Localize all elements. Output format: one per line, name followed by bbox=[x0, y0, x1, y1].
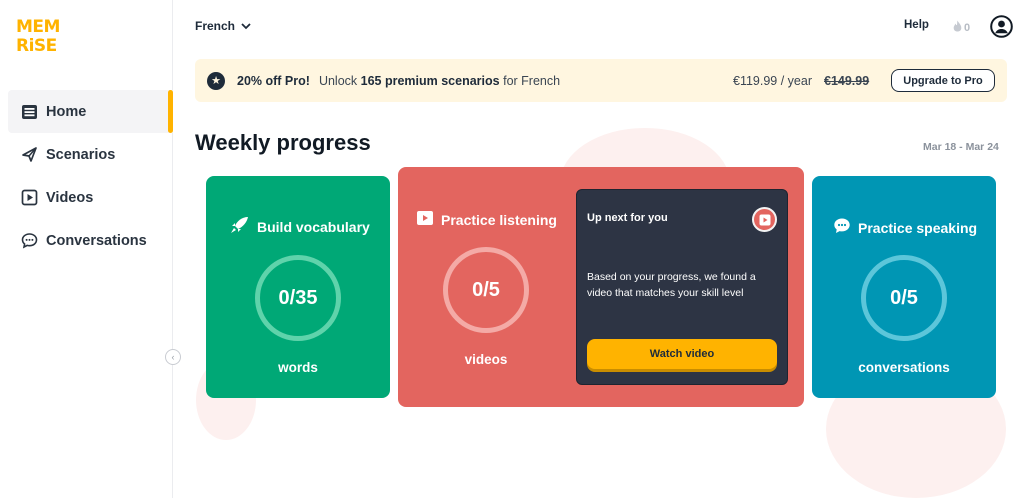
build-vocabulary-card[interactable]: Build vocabulary 0/35 words bbox=[206, 176, 390, 398]
help-link[interactable]: Help bbox=[904, 19, 929, 31]
sidebar-item-label: Videos bbox=[46, 189, 94, 206]
sidebar-item-scenarios[interactable]: Scenarios bbox=[8, 133, 173, 176]
chevron-down-icon bbox=[241, 19, 251, 33]
page-title: Weekly progress bbox=[195, 130, 371, 155]
card-unit: words bbox=[278, 360, 318, 375]
scenarios-icon bbox=[20, 146, 38, 164]
promo-text-bold: 165 premium scenarios bbox=[360, 73, 500, 88]
practice-speaking-card[interactable]: Practice speaking 0/5 conversations bbox=[812, 176, 996, 398]
sidebar-item-home[interactable]: Home bbox=[8, 90, 173, 133]
sidebar-item-label: Scenarios bbox=[46, 146, 116, 163]
progress-ring: 0/5 bbox=[861, 255, 947, 341]
speech-bubble-icon bbox=[833, 217, 851, 238]
chevron-left-icon: ‹ bbox=[171, 352, 175, 362]
card-title: Build vocabulary bbox=[257, 218, 370, 235]
card-header: Build vocabulary bbox=[230, 216, 370, 237]
progress-value: 0/5 bbox=[890, 286, 918, 309]
up-next-title: Up next for you bbox=[587, 212, 668, 224]
conversations-icon bbox=[20, 232, 38, 250]
sidebar-item-conversations[interactable]: Conversations bbox=[8, 219, 173, 262]
progress-ring: 0/5 bbox=[443, 247, 529, 333]
sidebar-item-videos[interactable]: Videos bbox=[8, 176, 173, 219]
watch-video-button[interactable]: Watch video bbox=[587, 339, 777, 369]
video-play-icon bbox=[752, 207, 777, 232]
video-icon bbox=[416, 209, 434, 230]
promo-description: Unlock 165 premium scenarios for French bbox=[319, 74, 560, 88]
streak-count: 0 bbox=[964, 21, 971, 34]
collapse-sidebar-button[interactable]: ‹ bbox=[165, 349, 181, 365]
upgrade-to-pro-button[interactable]: Upgrade to Pro bbox=[891, 69, 995, 92]
star-icon: ★ bbox=[207, 71, 225, 90]
card-unit: conversations bbox=[858, 360, 950, 375]
memrise-logo[interactable]: MEM RiSE bbox=[16, 18, 60, 56]
card-title: Practice listening bbox=[441, 211, 557, 228]
promo-text-prefix: Unlock bbox=[318, 73, 358, 88]
practice-listening-card[interactable]: Practice listening 0/5 videos Up next fo… bbox=[398, 167, 804, 407]
language-selector[interactable]: French bbox=[195, 19, 251, 33]
logo-line-1: MEM bbox=[16, 17, 60, 37]
profile-avatar-button[interactable] bbox=[990, 15, 1013, 38]
videos-icon bbox=[20, 189, 38, 207]
card-header: Practice speaking bbox=[833, 217, 977, 238]
progress-ring: 0/35 bbox=[255, 255, 341, 341]
promo-old-price: €149.99 bbox=[824, 73, 870, 88]
user-icon bbox=[990, 15, 1013, 38]
progress-value: 0/5 bbox=[472, 278, 500, 301]
promo-highlight: 20% off Pro! bbox=[237, 73, 310, 88]
promo-text-suffix: for French bbox=[503, 73, 561, 88]
streak-counter[interactable]: 0 bbox=[953, 20, 970, 35]
home-icon bbox=[20, 103, 38, 121]
card-header: Practice listening bbox=[416, 209, 557, 230]
up-next-description: Based on your progress, we found a video… bbox=[587, 271, 756, 299]
logo-line-2: RiSE bbox=[16, 36, 57, 56]
card-title: Practice speaking bbox=[858, 219, 978, 236]
promo-price: €119.99 / year bbox=[733, 73, 812, 88]
language-label: French bbox=[195, 19, 236, 33]
sidebar-item-label: Conversations bbox=[46, 232, 147, 249]
rocket-icon bbox=[230, 216, 250, 237]
sidebar-item-label: Home bbox=[46, 103, 87, 120]
up-next-panel: Up next for you Based on your progress, … bbox=[576, 189, 788, 385]
progress-value: 0/35 bbox=[278, 286, 318, 309]
sidebar: MEM RiSE Home Scenarios Videos Conversat… bbox=[0, 0, 181, 498]
flame-icon bbox=[953, 20, 962, 35]
sidebar-nav: Home Scenarios Videos Conversations bbox=[8, 90, 173, 262]
date-range: Mar 18 - Mar 24 bbox=[923, 141, 999, 153]
card-unit: videos bbox=[464, 352, 508, 367]
promo-banner: ★ 20% off Pro! Unlock 165 premium scenar… bbox=[195, 59, 1007, 102]
